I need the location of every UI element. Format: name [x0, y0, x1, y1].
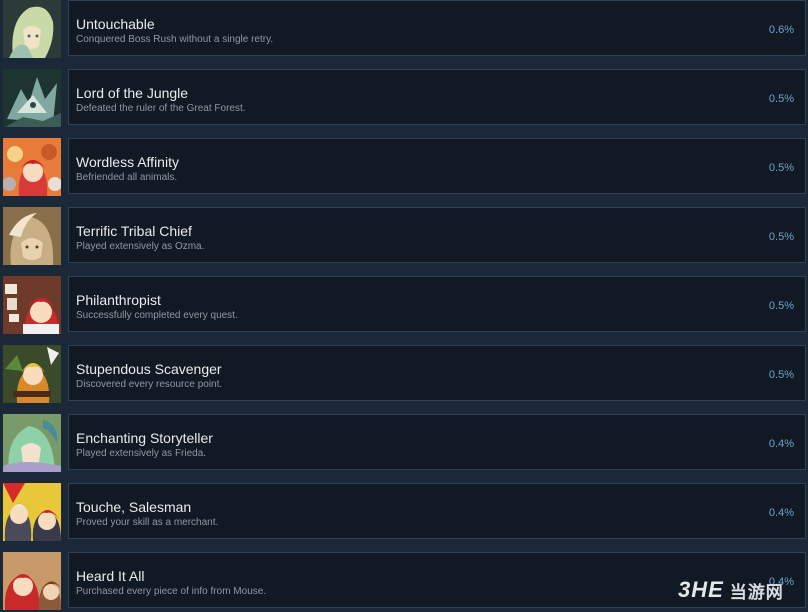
achievement-title: Enchanting Storyteller — [76, 430, 213, 446]
achievement-percent: 0.5% — [768, 369, 794, 381]
achievement-card: Untouchable Conquered Boss Rush without … — [68, 0, 806, 56]
achievement-description: Conquered Boss Rush without a single ret… — [76, 34, 274, 45]
achievement-card: Terrific Tribal Chief Played extensively… — [68, 207, 806, 263]
achievement-title: Philanthropist — [76, 292, 161, 308]
achievement-percent: 0.6% — [768, 24, 794, 36]
green-haired-character-icon — [3, 0, 61, 58]
achievement-row[interactable]: Touche, Salesman Proved your skill as a … — [0, 483, 808, 552]
achievement-card: Touche, Salesman Proved your skill as a … — [68, 483, 806, 539]
ozma-icon — [3, 207, 61, 265]
achievement-title: Stupendous Scavenger — [76, 361, 222, 377]
achievement-row[interactable]: Lord of the Jungle Defeated the ruler of… — [0, 69, 808, 138]
achievement-description: Discovered every resource point. — [76, 379, 223, 390]
achievement-percent: 0.4% — [768, 507, 794, 519]
achievement-list: Untouchable Conquered Boss Rush without … — [0, 0, 808, 612]
achievement-row[interactable]: Enchanting Storyteller Played extensivel… — [0, 414, 808, 483]
achievement-row[interactable]: Wordless Affinity Befriended all animals… — [0, 138, 808, 207]
achievement-description: Played extensively as Frieda. — [76, 448, 207, 459]
achievement-description: Purchased every piece of info from Mouse… — [76, 586, 267, 597]
achievement-percent: 0.5% — [768, 231, 794, 243]
achievement-row[interactable]: Terrific Tribal Chief Played extensively… — [0, 207, 808, 276]
achievement-description: Defeated the ruler of the Great Forest. — [76, 103, 246, 114]
achievement-card: Enchanting Storyteller Played extensivel… — [68, 414, 806, 470]
achievement-percent: 0.5% — [768, 162, 794, 174]
achievement-title: Wordless Affinity — [76, 154, 179, 170]
achievement-percent: 0.4% — [768, 438, 794, 450]
achievement-title: Lord of the Jungle — [76, 85, 189, 101]
achievement-title: Terrific Tribal Chief — [76, 223, 192, 239]
merchant-icon — [3, 483, 61, 541]
achievement-row[interactable]: Untouchable Conquered Boss Rush without … — [0, 0, 808, 69]
achievement-card: Stupendous Scavenger Discovered every re… — [68, 345, 806, 401]
achievement-percent: 0.5% — [768, 300, 794, 312]
achievement-card: Lord of the Jungle Defeated the ruler of… — [68, 69, 806, 125]
site-watermark: 3HE 当游网 — [678, 574, 806, 606]
achievement-description: Befriended all animals. — [76, 172, 178, 183]
scavenger-icon — [3, 345, 61, 403]
forest-beast-icon — [3, 69, 61, 127]
achievement-percent: 0.5% — [768, 93, 794, 105]
watermark-text: 当游网 — [729, 582, 784, 602]
achievement-card: Wordless Affinity Befriended all animals… — [68, 138, 806, 194]
achievement-title: Heard It All — [76, 568, 145, 584]
achievement-description: Proved your skill as a merchant. — [76, 517, 219, 528]
achievement-title: Untouchable — [76, 16, 155, 32]
achievement-row[interactable]: Philanthropist Successfully completed ev… — [0, 276, 808, 345]
achievement-card: Philanthropist Successfully completed ev… — [68, 276, 806, 332]
mouse-info-icon — [3, 552, 61, 610]
hero-with-animals-icon — [3, 138, 61, 196]
achievement-row[interactable]: Stupendous Scavenger Discovered every re… — [0, 345, 808, 414]
achievement-description: Played extensively as Ozma. — [76, 241, 205, 252]
achievement-title: Touche, Salesman — [76, 499, 192, 515]
achievement-description: Successfully completed every quest. — [76, 310, 238, 321]
frieda-icon — [3, 414, 61, 472]
quest-board-icon — [3, 276, 61, 334]
watermark-logo: 3HE — [678, 577, 724, 602]
